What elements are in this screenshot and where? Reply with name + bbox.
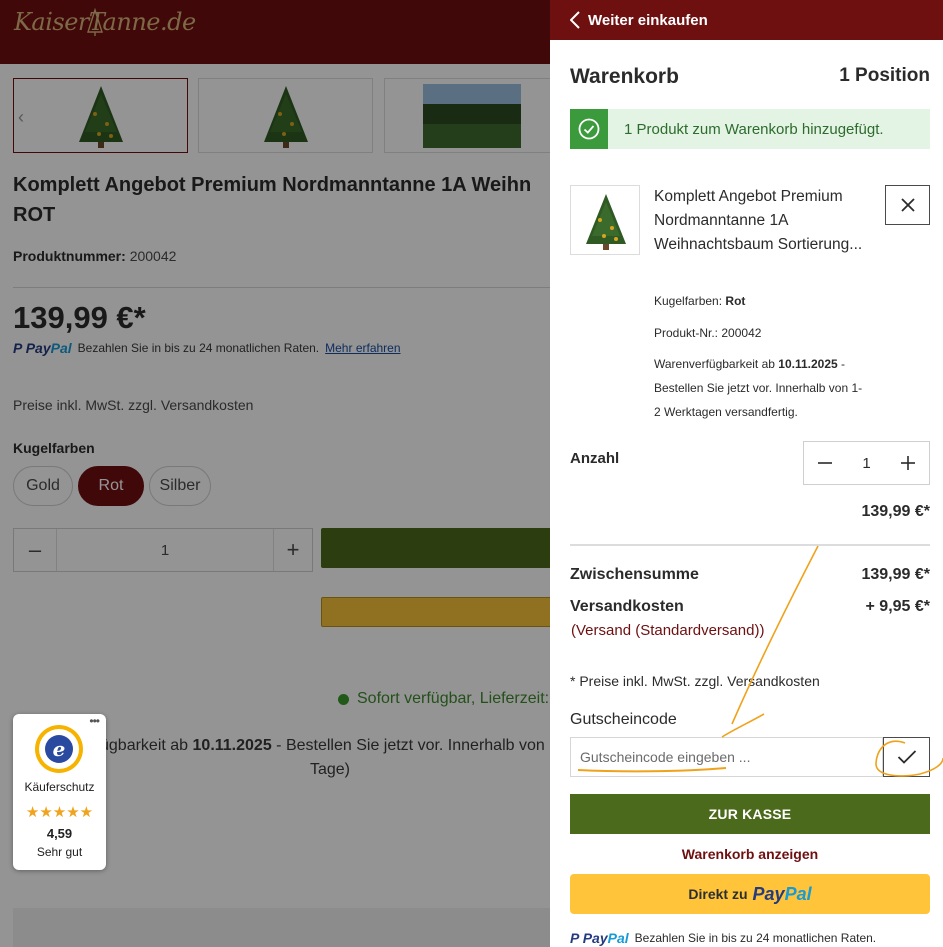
checkout-button[interactable]: ZUR KASSE bbox=[570, 794, 930, 834]
divider bbox=[570, 544, 930, 546]
check-icon bbox=[897, 750, 916, 764]
vat-note: * Preise inkl. MwSt. zzgl. Versandkosten bbox=[570, 673, 820, 689]
cart-quantity-stepper: 1 bbox=[803, 441, 930, 485]
decrease-quantity-button[interactable] bbox=[804, 442, 846, 484]
show-cart-link[interactable]: Warenkorb anzeigen bbox=[570, 846, 930, 862]
close-icon bbox=[900, 198, 915, 212]
trusted-shops-title: Käuferschutz bbox=[24, 780, 95, 794]
cart-item-availability: Warenverfügbarkeit ab 10.11.2025 - Beste… bbox=[654, 357, 863, 419]
trusted-shops-badge[interactable]: ••• e Käuferschutz ★★★★★ 4,59 Sehr gut bbox=[13, 714, 106, 870]
shipping-value: + 9,95 €* bbox=[865, 598, 931, 615]
minus-icon bbox=[818, 462, 832, 464]
paypal-logo: P PayPal bbox=[570, 930, 629, 946]
offcanvas-cart: Weiter einkaufen Warenkorb 1 Position 1 … bbox=[550, 0, 943, 947]
shipping-row: Versandkosten + 9,95 €* bbox=[570, 598, 930, 616]
chevron-left-icon bbox=[570, 11, 580, 29]
plus-icon bbox=[901, 456, 915, 470]
cart-title: Warenkorb bbox=[570, 65, 679, 88]
increase-quantity-button[interactable] bbox=[887, 442, 929, 484]
trusted-shops-seal-icon: e bbox=[35, 725, 83, 773]
check-circle-icon bbox=[570, 109, 608, 149]
paypal-installments-note: P PayPal Bezahlen Sie in bis zu 24 monat… bbox=[570, 930, 877, 946]
trusted-shops-rating: 4,59 bbox=[46, 826, 73, 841]
coupon-input[interactable] bbox=[570, 737, 883, 777]
paypal-logo: PayPal bbox=[752, 883, 812, 904]
success-alert: 1 Produkt zum Warenkorb hinzugefügt. bbox=[570, 109, 930, 149]
quantity-label: Anzahl bbox=[570, 450, 620, 467]
coupon-label: Gutscheincode bbox=[570, 711, 677, 728]
paypal-express-button[interactable]: Direkt zu PayPal bbox=[570, 874, 930, 914]
quantity-value[interactable]: 1 bbox=[846, 455, 887, 472]
cart-item-name[interactable]: Komplett Angebot Premium Nordmanntanne 1… bbox=[654, 185, 874, 257]
cart-item-number: Produkt-Nr.: 200042 bbox=[654, 326, 762, 340]
apply-coupon-button[interactable] bbox=[883, 737, 930, 777]
continue-shopping-button[interactable]: Weiter einkaufen bbox=[550, 11, 708, 29]
subtotal-value: 139,99 €* bbox=[861, 566, 930, 583]
cart-header: Weiter einkaufen bbox=[550, 0, 943, 40]
cart-item-image[interactable] bbox=[570, 185, 640, 255]
trusted-shops-rating-label: Sehr gut bbox=[36, 845, 83, 859]
svg-text:e: e bbox=[53, 737, 66, 761]
subtotal-label: Zwischensumme bbox=[570, 566, 699, 583]
cart-item-total: 139,99 €* bbox=[861, 503, 930, 520]
star-rating-icon: ★★★★★ bbox=[25, 804, 94, 821]
success-message: 1 Produkt zum Warenkorb hinzugefügt. bbox=[624, 120, 884, 138]
shipping-method[interactable]: (Versand (Standardversand)) bbox=[571, 622, 764, 639]
subtotal-row: Zwischensumme 139,99 €* bbox=[570, 566, 930, 584]
cart-item-color: Kugelfarben: Rot bbox=[654, 294, 746, 308]
more-options-icon[interactable]: ••• bbox=[89, 714, 100, 728]
tree-image bbox=[586, 194, 626, 250]
shipping-label: Versandkosten bbox=[570, 598, 684, 615]
cart-position-count: 1 Position bbox=[839, 65, 930, 86]
remove-item-button[interactable] bbox=[885, 185, 930, 225]
